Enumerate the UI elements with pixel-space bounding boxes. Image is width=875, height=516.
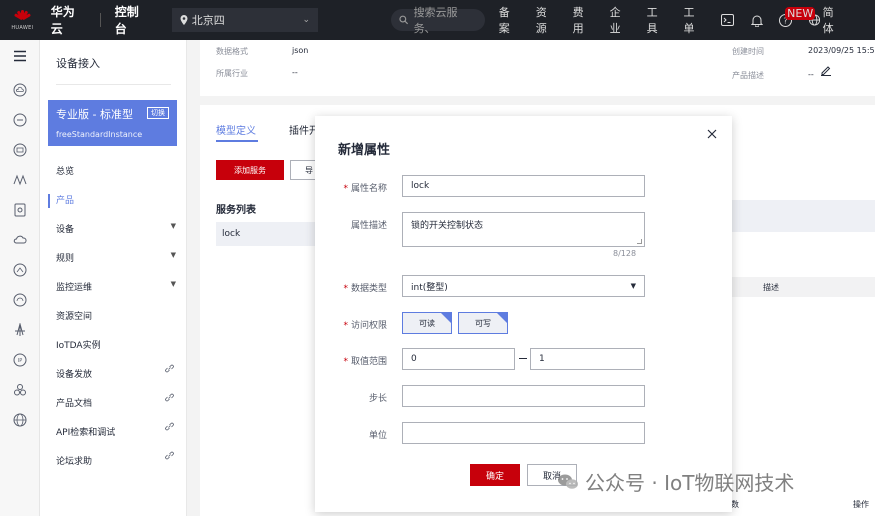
step-label: 步长 [368, 394, 387, 404]
range-max-input[interactable]: 1 [530, 348, 645, 370]
resize-handle-icon[interactable] [637, 239, 642, 244]
property-desc-textarea[interactable]: 锁的开关控制状态 [402, 212, 645, 247]
range-label: * 取值范围 [343, 357, 387, 367]
caret-down-icon: ▼ [630, 282, 636, 290]
selected-corner-icon [441, 313, 451, 323]
property-name-input[interactable]: lock [402, 175, 645, 197]
data-type-select[interactable]: int(整型) ▼ [402, 275, 645, 297]
watermark-text: 公众号 · IoT物联网技术 [585, 471, 795, 495]
step-input[interactable] [402, 385, 645, 407]
range-dash [519, 358, 527, 359]
data-type-label: * 数据类型 [343, 284, 387, 294]
desc-char-counter: 8/128 [613, 249, 637, 258]
dialog-title: 新增属性 [338, 143, 391, 158]
watermark: 公众号 · IoT物联网技术 [557, 467, 794, 496]
data-type-value: int(整型) [411, 282, 448, 293]
property-desc-label: 属性描述 [350, 221, 387, 231]
close-icon[interactable] [706, 128, 718, 140]
unit-label: 单位 [368, 431, 387, 441]
property-name-label: * 属性名称 [343, 184, 387, 194]
access-write-toggle[interactable]: 可写 [458, 312, 508, 334]
access-label: * 访问权限 [343, 321, 387, 331]
property-desc-value: 锁的开关控制状态 [411, 221, 484, 231]
access-write-label: 可写 [475, 318, 491, 328]
access-read-label: 可读 [419, 318, 435, 328]
range-min-input[interactable]: 0 [402, 348, 515, 370]
wechat-icon [558, 474, 578, 489]
access-read-toggle[interactable]: 可读 [402, 312, 452, 334]
unit-input[interactable] [402, 422, 645, 444]
confirm-button[interactable]: 确定 [470, 464, 520, 486]
selected-corner-icon [497, 313, 507, 323]
